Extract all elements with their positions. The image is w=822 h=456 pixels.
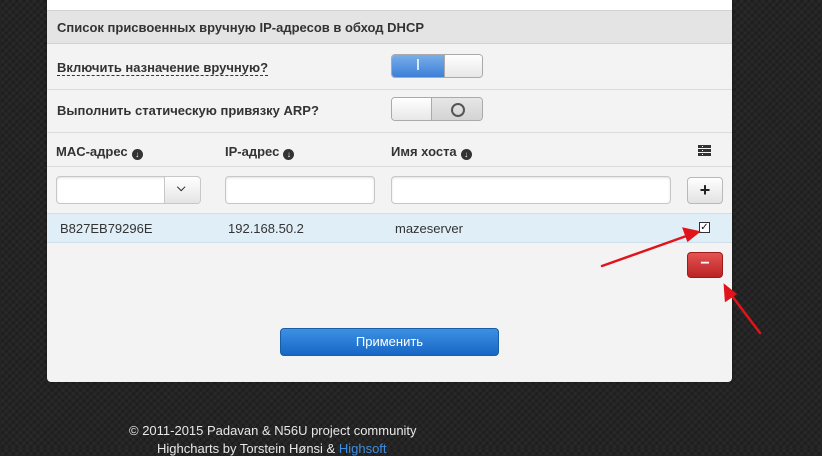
column-header-ip[interactable]: IP-адрес ↓ <box>225 144 295 160</box>
row-divider <box>47 89 732 90</box>
manual-assign-label[interactable]: Включить назначение вручную? <box>57 60 269 76</box>
footer-copyright: © 2011-2015 Padavan & N56U project commu… <box>129 423 417 438</box>
mac-dropdown-button[interactable]: ⌵ <box>164 177 200 203</box>
delete-entry-button[interactable]: − <box>687 252 723 278</box>
row-hostname: mazeserver <box>395 221 463 236</box>
ip-input[interactable] <box>225 176 375 204</box>
static-arp-toggle[interactable] <box>391 97 483 121</box>
row-ip: 192.168.50.2 <box>228 221 304 236</box>
toggle-off-side <box>432 98 482 120</box>
settings-panel: Список присвоенных вручную IP-адресов в … <box>47 0 732 382</box>
manual-assign-toggle[interactable]: I <box>391 54 483 78</box>
sort-download-icon: ↓ <box>131 149 143 160</box>
table-row: B827EB79296E 192.168.50.2 mazeserver ✓ <box>47 213 732 243</box>
hostname-input[interactable] <box>391 176 671 204</box>
row-divider <box>47 132 732 133</box>
add-entry-button[interactable]: + <box>687 177 723 204</box>
sort-download-icon: ↓ <box>283 149 295 160</box>
section-title: Список присвоенных вручную IP-адресов в … <box>57 20 425 35</box>
list-icon[interactable] <box>698 145 711 156</box>
toggle-on-side: I <box>392 55 444 77</box>
column-header-hostname[interactable]: Имя хоста ↓ <box>391 144 472 160</box>
row-select-checkbox[interactable]: ✓ <box>699 222 710 233</box>
static-arp-label: Выполнить статическую привязку ARP? <box>57 103 319 118</box>
section-header: Список присвоенных вручную IP-адресов в … <box>47 10 732 44</box>
chevron-down-icon: ⌵ <box>177 182 186 194</box>
toggle-knob <box>392 98 432 120</box>
sort-download-icon: ↓ <box>460 149 472 160</box>
row-mac: B827EB79296E <box>60 221 153 236</box>
off-circle-icon <box>451 103 465 117</box>
row-divider <box>47 166 732 167</box>
panel-top-strip <box>47 0 732 10</box>
apply-button[interactable]: Применить <box>280 328 499 356</box>
column-header-mac[interactable]: MAC-адрес ↓ <box>56 144 143 160</box>
arrow-to-delete-button <box>727 290 762 335</box>
toggle-knob <box>444 55 482 77</box>
